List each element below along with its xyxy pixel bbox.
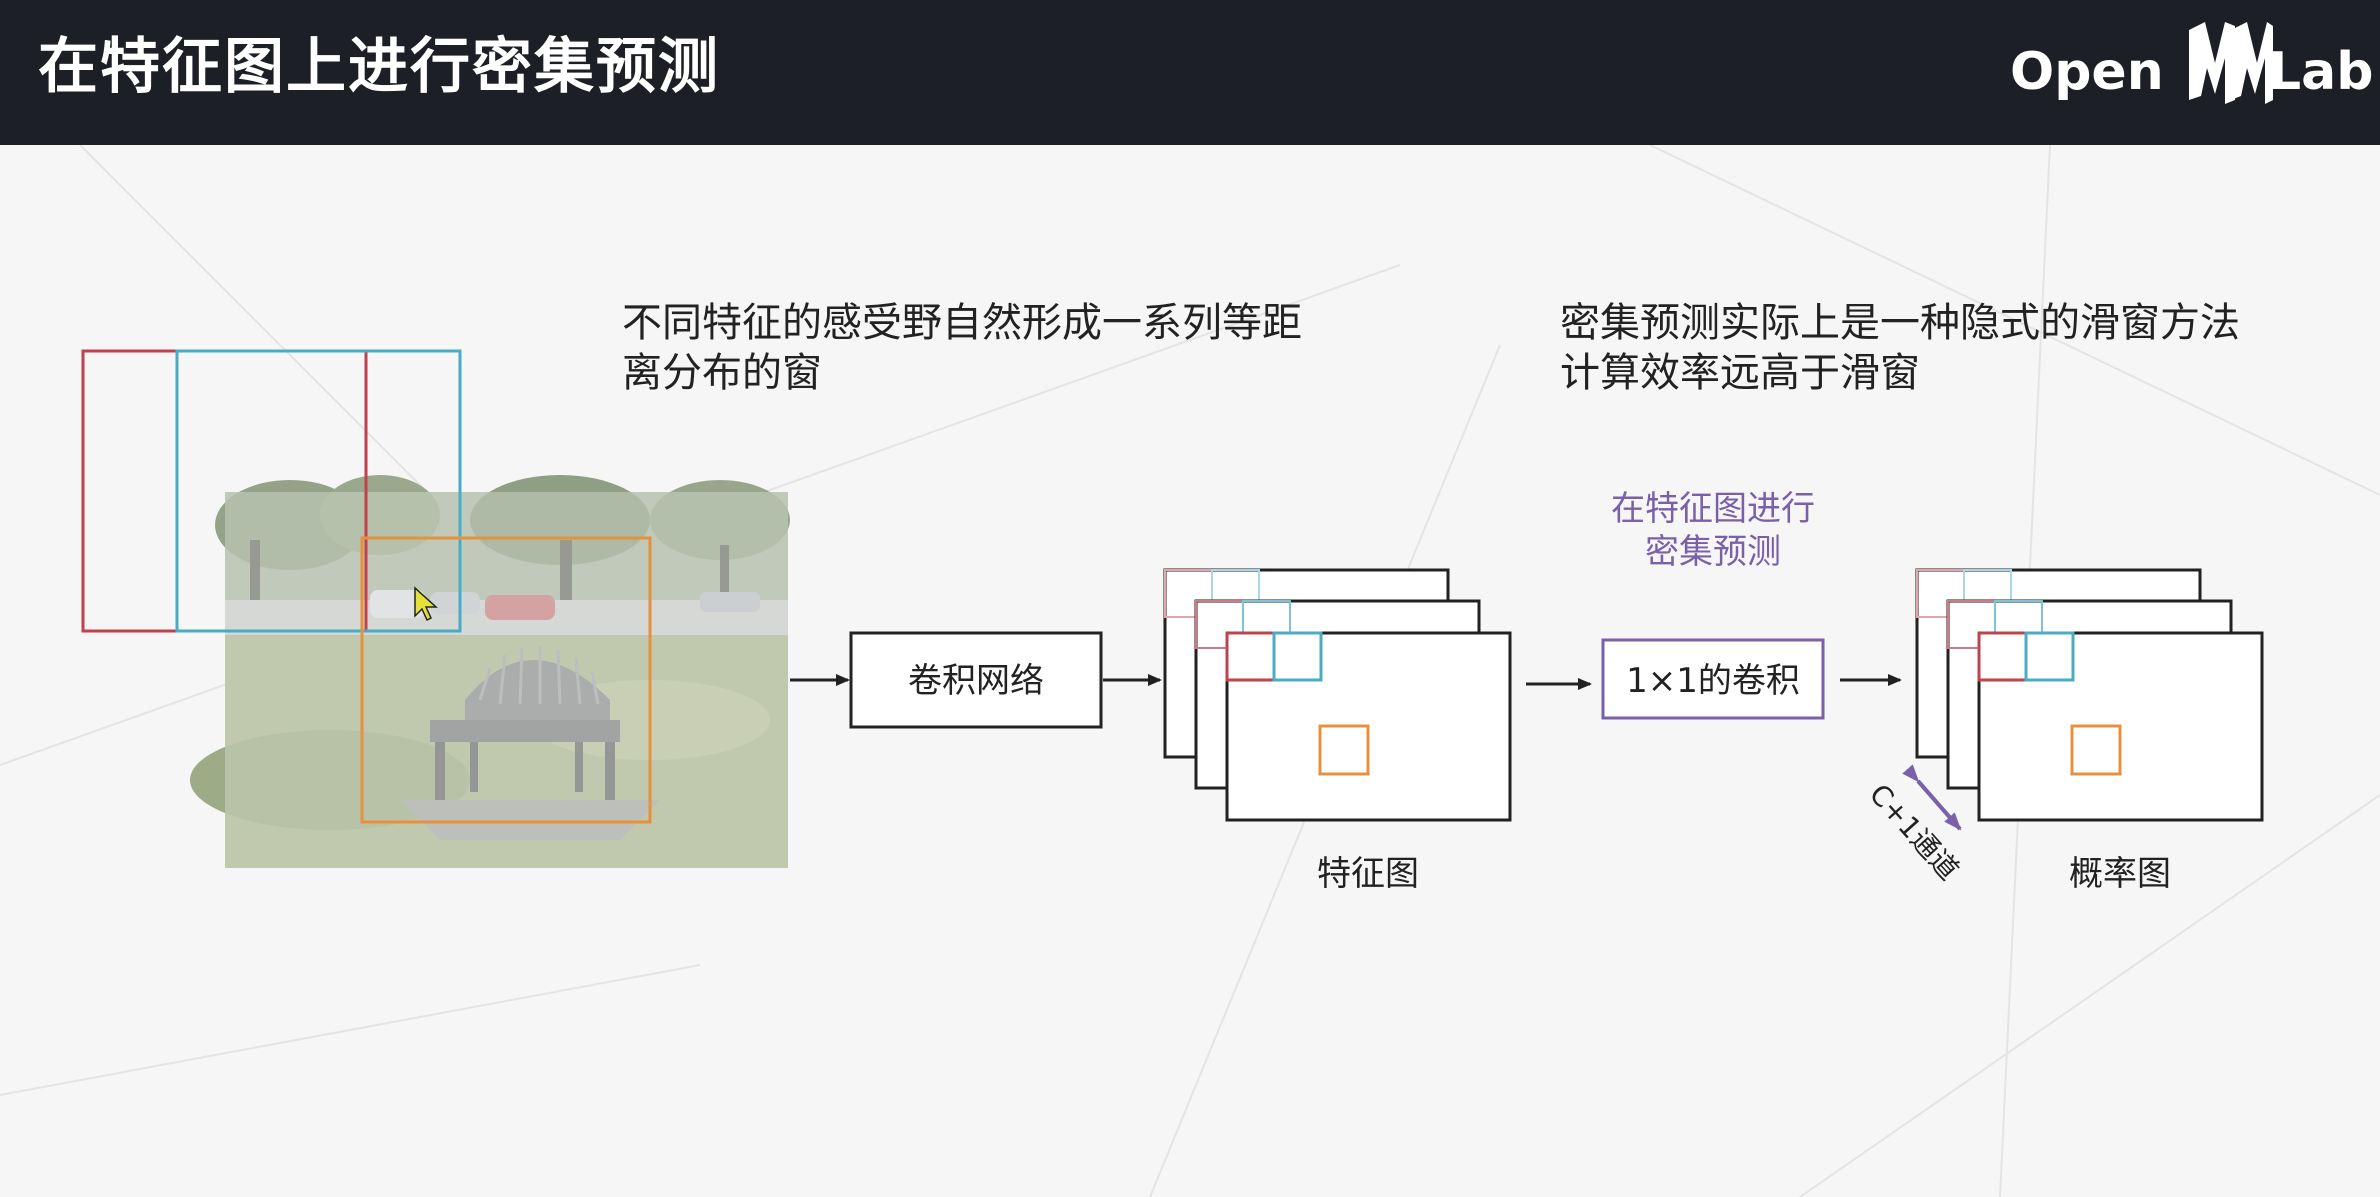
conv-network-box: 卷积网络 [849,631,1103,729]
probability-map-stack [1915,568,2264,822]
feature-map-stack [1163,568,1512,822]
channels-label: C+1通道 [1863,778,1966,887]
park-bench-photo [190,475,790,868]
probability-map-label: 概率图 [2069,854,2171,894]
dense-predict-caption-line1: 在特征图进行 [1611,489,1815,529]
conv-network-label: 卷积网络 [908,661,1044,701]
dense-prediction-diagram: 卷积网络 特征图 在特征图进行 密集预测 1×1的卷积 概率图 C+1通道 [81,349,2264,894]
conv1x1-label: 1×1的卷积 [1626,661,1800,701]
conv1x1-box: 1×1的卷积 [1601,638,1825,720]
dense-predict-caption-line2: 密集预测 [1645,532,1781,572]
feature-map-label: 特征图 [1317,854,1419,894]
